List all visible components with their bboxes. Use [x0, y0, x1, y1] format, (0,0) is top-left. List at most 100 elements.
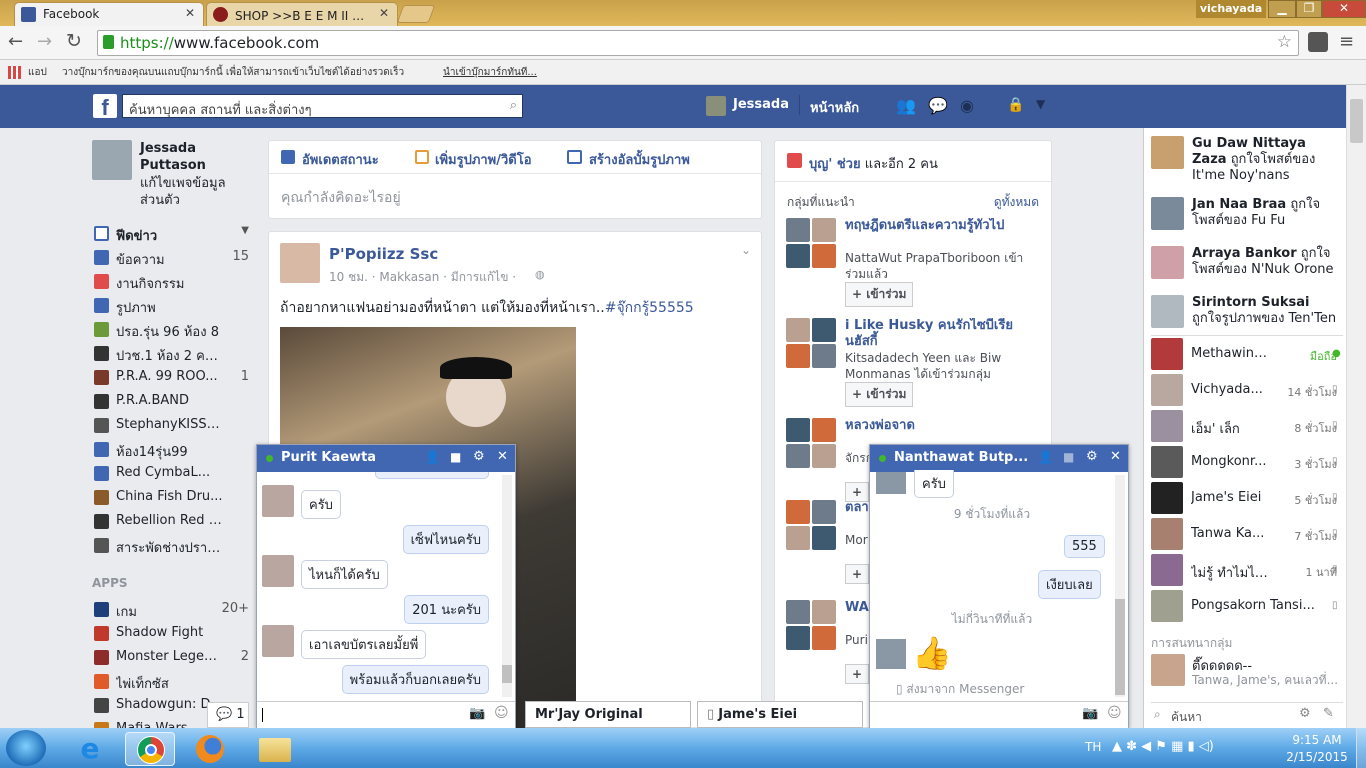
group-member-avatar[interactable]	[812, 318, 836, 342]
group-member-avatar[interactable]	[786, 600, 810, 624]
join-group-button[interactable]: + เข้าร่วม	[845, 382, 914, 407]
post-author-avatar[interactable]	[280, 243, 320, 283]
left-nav-item[interactable]: P.R.A. 99 ROO... 1	[92, 368, 252, 388]
chat-contact[interactable]: Pongsakorn Tansi... ▯	[1151, 590, 1341, 624]
apps-icon[interactable]	[8, 66, 21, 79]
chat-close-icon[interactable]: ✕	[1110, 449, 1121, 464]
app-item[interactable]: เกม 20+	[92, 600, 252, 620]
chat-contact[interactable]: Vichyada... 14 ชั่วโมง ▯	[1151, 374, 1341, 408]
tab-add-photo[interactable]: เพิ่มรูปภาพ/วิดีโอ	[435, 149, 532, 170]
group-name[interactable]: i Like Husky คนรักไซบีเรียนฮัสกี้	[845, 318, 1035, 350]
group-member-avatar[interactable]	[812, 600, 836, 624]
left-nav-item[interactable]: ห้อง14รุ่น99	[92, 440, 252, 460]
ticker-item[interactable]: Jan Naa Braa ถูกใจโพสต์ของ Fu Fu	[1151, 197, 1343, 247]
composer-input[interactable]: คุณกำลังคิดอะไรอยู่	[281, 187, 401, 209]
sender-avatar[interactable]	[876, 472, 906, 494]
group-member-avatar[interactable]	[786, 218, 810, 242]
clock-time[interactable]: 9:15 AM	[1288, 733, 1346, 747]
user-name[interactable]: Jessada Puttason	[140, 140, 240, 174]
messages-icon[interactable]: 💬	[928, 96, 948, 115]
new-tab-button[interactable]	[396, 5, 436, 23]
chat-header[interactable]: Nanthawat Butp... 👤 ■ ⚙ ✕	[870, 445, 1128, 472]
close-tab-icon[interactable]: ✕	[379, 6, 389, 20]
camera-icon[interactable]: 📷	[1082, 706, 1098, 721]
group-member-avatar[interactable]	[812, 418, 836, 442]
ticker-avatar[interactable]	[1151, 295, 1184, 328]
group-member-avatar[interactable]	[786, 626, 810, 650]
chat-scrollbar[interactable]	[1115, 475, 1125, 697]
ticker-name[interactable]: Sirintorn Suksai	[1192, 295, 1310, 310]
ticker-avatar[interactable]	[1151, 197, 1184, 230]
chevron-down-icon[interactable]: ▼	[241, 225, 249, 236]
left-nav-item[interactable]: ปวช.1 ห้อง 2 คอม...	[92, 344, 252, 364]
internet-explorer-icon[interactable]: e	[65, 732, 115, 766]
left-nav-item[interactable]: Red CymbaL...	[92, 464, 252, 484]
tab-facebook[interactable]: Facebook ✕	[14, 2, 204, 26]
video-call-icon[interactable]: ■	[450, 450, 461, 464]
chat-contact[interactable]: Methawin Api... มือถือ●	[1151, 338, 1341, 372]
close-tab-icon[interactable]: ✕	[185, 6, 195, 20]
privacy-lock-icon[interactable]: 🔒	[1007, 97, 1024, 113]
add-friend-icon[interactable]: 👤	[425, 450, 440, 464]
menu-icon[interactable]: ≡	[1339, 31, 1354, 52]
group-member-avatar[interactable]	[786, 244, 810, 268]
account-menu-icon[interactable]: ▼	[1036, 97, 1045, 111]
see-all-link[interactable]: ดูทั้งหมด	[994, 193, 1039, 212]
group-member-avatar[interactable]	[812, 344, 836, 368]
star-bookmark-icon[interactable]: ☆	[1277, 32, 1292, 52]
chat-header[interactable]: Purit Kaewta 👤 ■ ⚙ ✕	[257, 445, 515, 472]
chat-settings-gear-icon[interactable]: ⚙	[1299, 706, 1311, 721]
home-link[interactable]: หน้าหลัก	[810, 97, 859, 118]
show-desktop-button[interactable]	[1356, 728, 1366, 768]
group-member-avatar[interactable]	[786, 418, 810, 442]
tab-update-status[interactable]: อัพเดตสถานะ	[302, 149, 379, 170]
join-group-button[interactable]: +	[845, 664, 870, 684]
address-bar[interactable]: https://www.facebook.com ☆	[97, 30, 1299, 56]
group-member-avatar[interactable]	[812, 500, 836, 524]
minimized-chat-jame[interactable]: ▯ Jame's Eiei	[697, 701, 863, 728]
chat-gear-icon[interactable]: ⚙	[1086, 449, 1098, 464]
minimize-window-button[interactable]: ▁	[1268, 0, 1296, 18]
chat-contact[interactable]: ไม่รู้ ทำไมไม่ถ... 1 นาที▯	[1151, 554, 1341, 588]
chat-contact[interactable]: Mongkonr... 3 ชั่วโมง ▯	[1151, 446, 1341, 480]
app-item[interactable]: Monster Legends 2	[92, 648, 252, 668]
group-member-avatar[interactable]	[786, 526, 810, 550]
chat-gear-icon[interactable]: ⚙	[473, 449, 485, 464]
add-friend-icon[interactable]: 👤	[1038, 450, 1053, 464]
page-scrollbar[interactable]	[1346, 85, 1366, 728]
profile-avatar[interactable]	[706, 96, 726, 116]
post-author[interactable]: P'Popiizz Ssc	[329, 245, 438, 263]
tray-icons[interactable]: ▲ ✽ ◀ ⚑ ▦ ▮ ◁)	[1112, 739, 1214, 754]
join-group-button[interactable]: + เข้าร่วม	[845, 282, 914, 307]
chat-title[interactable]: Purit Kaewta	[281, 450, 376, 465]
chat-scrollbar-thumb[interactable]	[502, 665, 512, 683]
explorer-taskbar-button[interactable]	[250, 732, 300, 766]
back-icon[interactable]: ←	[8, 31, 23, 52]
apps-link[interactable]: แอป	[28, 65, 47, 80]
chat-close-icon[interactable]: ✕	[497, 449, 508, 464]
sender-avatar[interactable]	[876, 639, 906, 669]
group-member-avatar[interactable]	[786, 500, 810, 524]
user-avatar[interactable]	[92, 140, 132, 180]
close-window-button[interactable]: ✕	[1322, 0, 1366, 18]
left-nav-item[interactable]: งานกิจกรรม	[92, 272, 252, 292]
chat-input[interactable]: 📷 ☺	[257, 701, 515, 728]
group-member-avatar[interactable]	[786, 344, 810, 368]
chat-title[interactable]: Nanthawat Butp...	[894, 450, 1028, 465]
chrome-taskbar-button[interactable]	[125, 732, 175, 766]
join-group-button[interactable]: +	[845, 564, 870, 584]
birthday-name[interactable]: บุญ' ช่วย	[809, 157, 861, 172]
group-member-avatar[interactable]	[812, 526, 836, 550]
app-item[interactable]: Shadow Fight	[92, 624, 252, 644]
ticker-avatar[interactable]	[1151, 136, 1184, 169]
group-member-avatar[interactable]	[812, 444, 836, 468]
minimized-chat-mrjay[interactable]: Mr'Jay Original	[525, 701, 691, 728]
maximize-window-button[interactable]: ❐	[1296, 0, 1322, 18]
notifications-globe-icon[interactable]: ◉	[960, 96, 974, 115]
emoji-icon[interactable]: ☺	[494, 705, 509, 721]
ticker-avatar[interactable]	[1151, 246, 1184, 279]
extension-camera-icon[interactable]	[1308, 32, 1328, 52]
left-nav-item[interactable]: ข้อความ 15	[92, 248, 252, 268]
group-member-avatar[interactable]	[786, 318, 810, 342]
join-group-button[interactable]: +	[845, 482, 870, 502]
